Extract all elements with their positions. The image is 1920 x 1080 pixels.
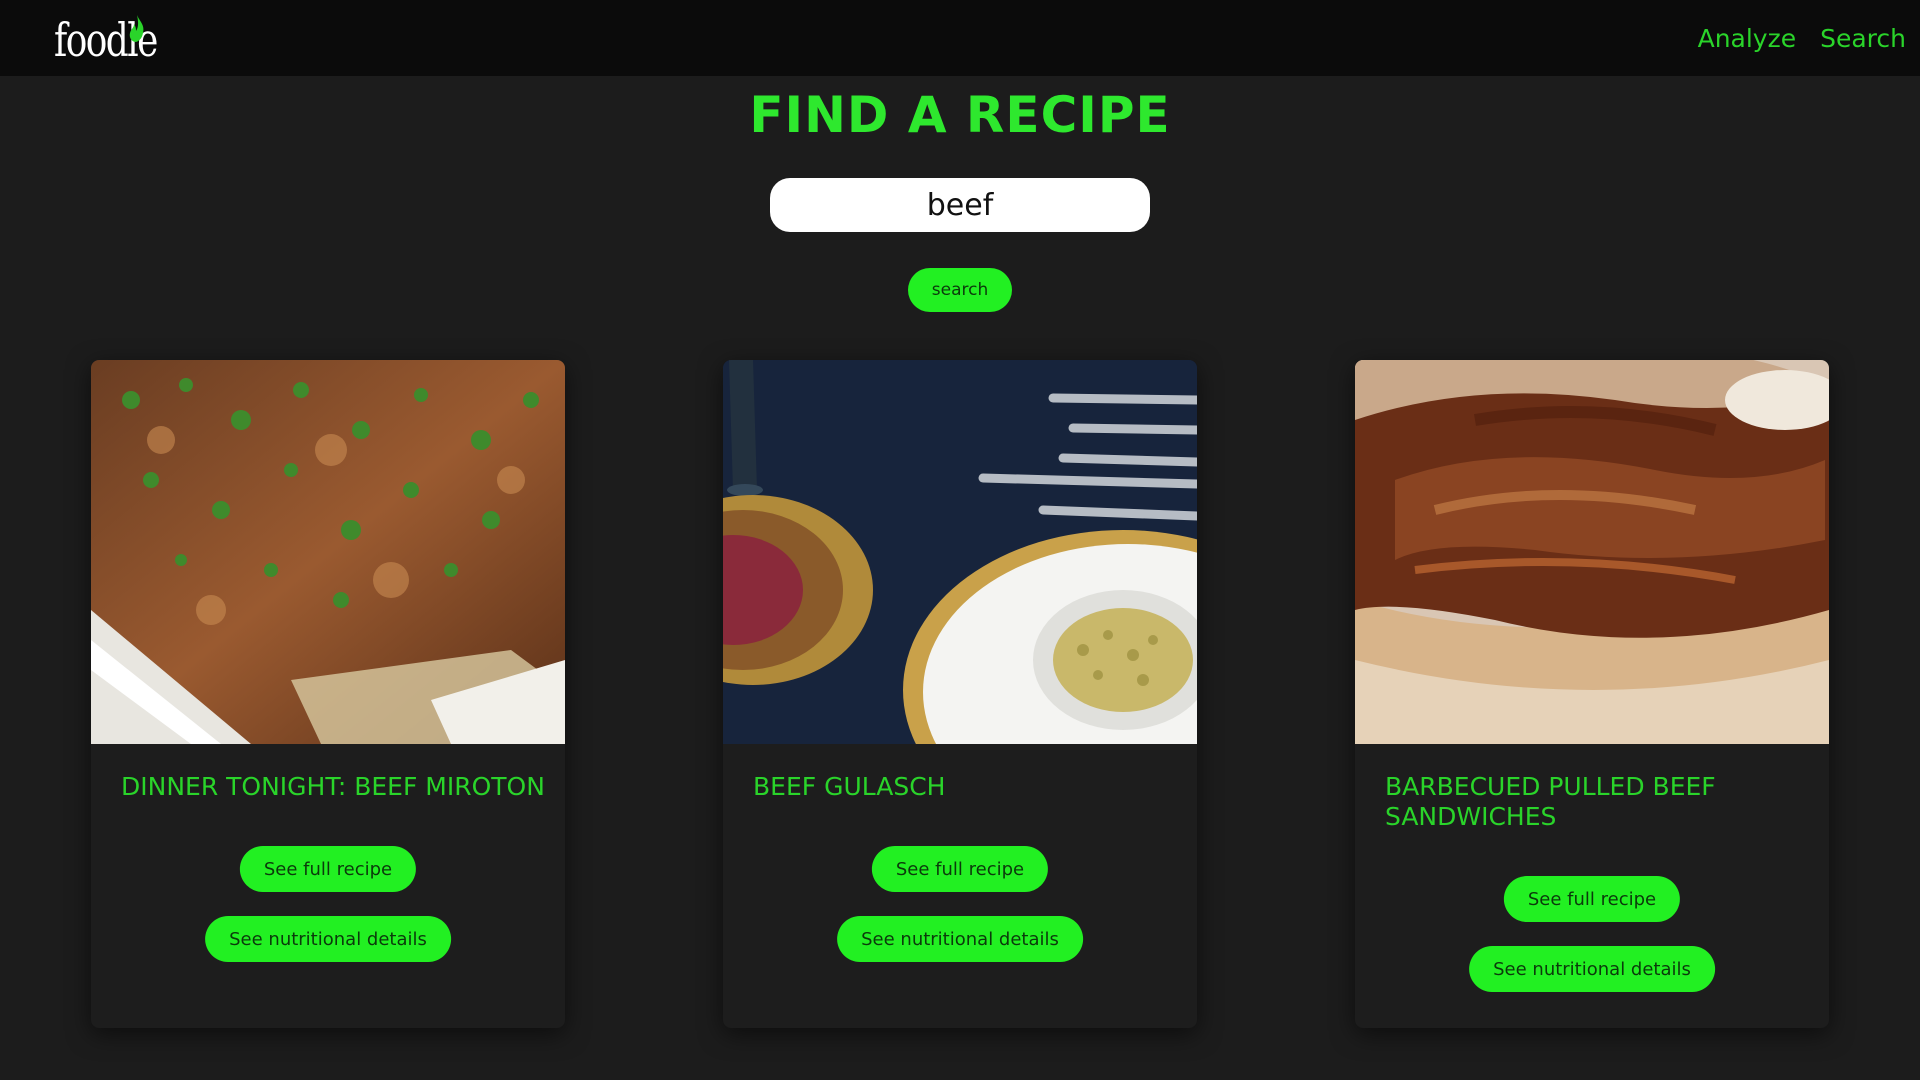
recipe-title[interactable]: BARBECUED PULLED BEEF SANDWICHES [1385,772,1815,832]
navbar: foodle Analyze Search [0,0,1920,76]
search-button[interactable]: search [908,268,1012,312]
recipe-card: BEEF GULASCH See full recipe See nutriti… [723,360,1197,1028]
search-input[interactable] [770,178,1150,232]
recipe-card: DINNER TONIGHT: BEEF MIROTON See full re… [91,360,565,1028]
nav-search-link[interactable]: Search [1820,24,1906,53]
recipe-image [1355,360,1829,744]
recipe-image [723,360,1197,744]
see-nutritional-details-button[interactable]: See nutritional details [1469,946,1715,992]
see-full-recipe-button[interactable]: See full recipe [871,846,1049,892]
nav-analyze-link[interactable]: Analyze [1698,24,1797,53]
recipe-title[interactable]: DINNER TONIGHT: BEEF MIROTON [121,772,551,802]
see-nutritional-details-button[interactable]: See nutritional details [837,916,1083,962]
recipe-title[interactable]: BEEF GULASCH [753,772,1183,802]
flame-icon [129,15,144,42]
recipe-card: BARBECUED PULLED BEEF SANDWICHES See ful… [1355,360,1829,1028]
nav-links: Analyze Search [1698,0,1906,76]
recipe-image [91,360,565,744]
page-title: FIND A RECIPE [749,86,1171,144]
see-full-recipe-button[interactable]: See full recipe [239,846,417,892]
see-full-recipe-button[interactable]: See full recipe [1503,876,1681,922]
see-nutritional-details-button[interactable]: See nutritional details [205,916,451,962]
